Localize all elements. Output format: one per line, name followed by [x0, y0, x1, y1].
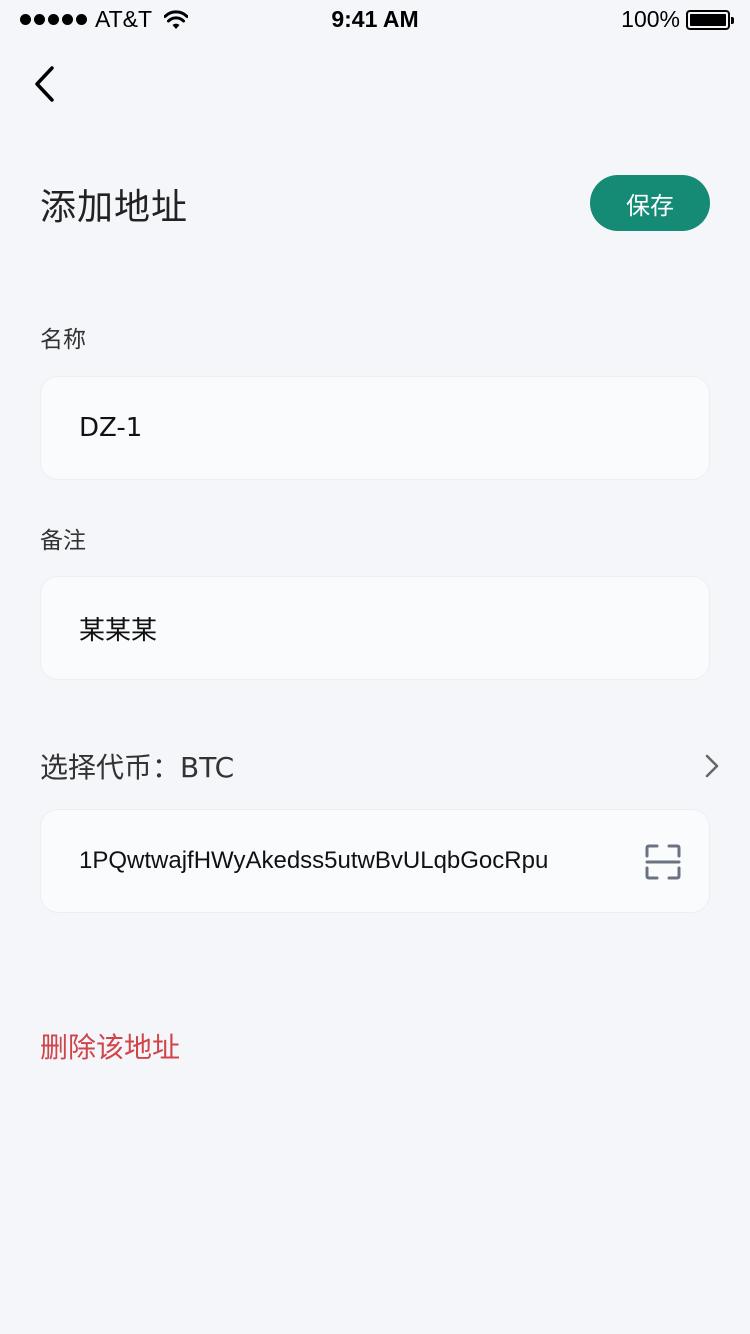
note-field[interactable] — [40, 576, 710, 680]
note-input[interactable] — [79, 613, 709, 643]
name-field[interactable] — [40, 376, 710, 480]
note-label: 备注 — [40, 528, 86, 554]
add-address-screen: AT&T 9:41 AM 100% 添加地址 保存 名称 备注 选择代币：BTC — [0, 0, 750, 1334]
status-right: 100% — [621, 6, 734, 33]
scan-icon — [645, 844, 681, 880]
battery-icon — [686, 9, 734, 30]
status-bar: AT&T 9:41 AM 100% — [0, 0, 750, 40]
name-label: 名称 — [40, 327, 86, 353]
back-icon — [35, 66, 54, 102]
back-button[interactable] — [24, 60, 64, 108]
page-title: 添加地址 — [40, 187, 189, 228]
address-input[interactable] — [79, 847, 619, 875]
name-input[interactable] — [79, 413, 709, 443]
coin-label: 选择代币：BTC — [40, 751, 235, 784]
scan-button[interactable] — [645, 844, 681, 880]
chevron-right-icon — [705, 754, 719, 778]
save-button[interactable]: 保存 — [590, 175, 710, 231]
battery-percent: 100% — [621, 6, 680, 32]
address-field[interactable] — [40, 809, 710, 913]
delete-address-button[interactable]: 删除该地址 — [40, 1026, 180, 1066]
coin-selector[interactable]: 选择代币：BTC — [40, 744, 720, 788]
